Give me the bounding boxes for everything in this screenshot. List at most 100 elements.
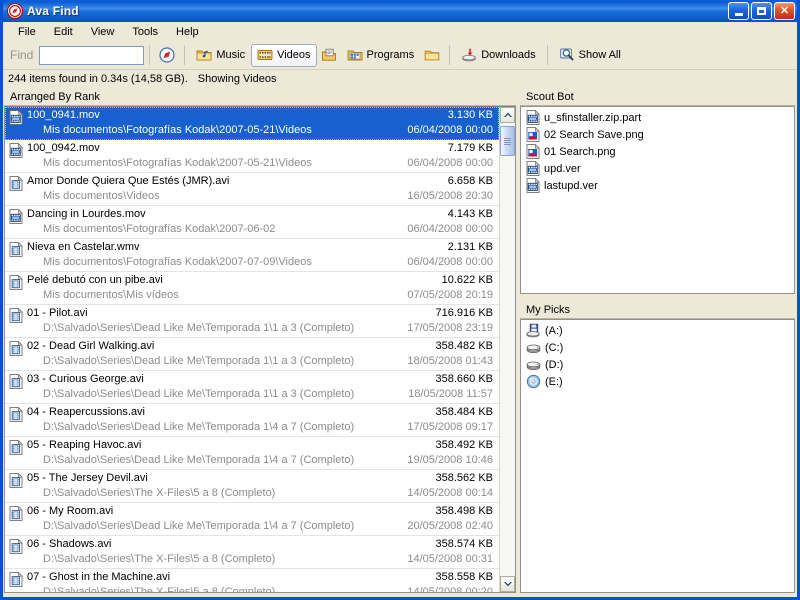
file-path: D:\Salvado\Series\The X-Files\5 a 8 (Com…: [27, 553, 407, 565]
file-size: 358.498 KB: [436, 505, 500, 517]
file-name: 03 - Curious George.avi: [27, 373, 436, 385]
my-picks-item[interactable]: (C:): [524, 339, 794, 356]
filter-downloads-button[interactable]: Downloads: [455, 44, 541, 67]
table-row[interactable]: 05 - Reaping Havoc.avi358.492 KBD:\Salva…: [5, 437, 499, 470]
list-item-label: upd.ver: [544, 163, 581, 175]
avi-file-icon: [9, 175, 27, 205]
list-item-label: 02 Search Save.png: [544, 129, 644, 141]
my-picks-item[interactable]: (E:): [524, 373, 794, 390]
scroll-track[interactable]: [500, 123, 515, 576]
my-picks-list[interactable]: (A:)(C:)(D:)(E:): [520, 319, 795, 593]
menu-bar: File Edit View Tools Help: [3, 22, 797, 41]
table-row[interactable]: Dancing in Lourdes.mov4.143 KBMis docume…: [5, 206, 499, 239]
menu-tools[interactable]: Tools: [123, 24, 167, 40]
menu-file[interactable]: File: [9, 24, 45, 40]
hard-drive-icon: [526, 340, 541, 355]
scout-bot-panel: Scout Bot u_sfinstaller.zip.part 02 Searc…: [520, 88, 795, 294]
file-date: 06/04/2008 00:00: [407, 157, 499, 169]
menu-help[interactable]: Help: [167, 24, 208, 40]
file-name: 02 - Dead Girl Walking.avi: [27, 340, 436, 352]
file-path: D:\Salvado\Series\Dead Like Me\Temporada…: [27, 454, 407, 466]
menu-edit[interactable]: Edit: [45, 24, 82, 40]
my-picks-item[interactable]: (A:): [524, 322, 794, 339]
filter-folders-button[interactable]: [420, 44, 444, 67]
file-date: 17/05/2008 23:19: [407, 322, 499, 334]
avi-file-icon: [9, 440, 23, 455]
table-row[interactable]: 100_0942.mov7.179 KBMis documentos\Fotog…: [5, 140, 499, 173]
avi-file-icon: [9, 308, 23, 323]
filter-music-button[interactable]: Music: [190, 44, 251, 67]
avi-file-icon: [9, 242, 23, 257]
minimize-button[interactable]: [728, 2, 749, 20]
table-row[interactable]: 06 - My Room.avi358.498 KBD:\Salvado\Ser…: [5, 503, 499, 536]
scout-bot-item[interactable]: lastupd.ver: [524, 177, 794, 194]
avi-file-icon: [9, 374, 23, 389]
magnifier-icon: [559, 47, 575, 63]
file-name: 07 - Ghost in the Machine.avi: [27, 571, 436, 583]
go-search-button[interactable]: [155, 44, 179, 67]
table-row[interactable]: 03 - Curious George.avi358.660 KB D:\Salv…: [5, 371, 499, 404]
png-image-icon: [526, 144, 540, 159]
avi-file-icon: [9, 473, 23, 488]
main-content: Arranged By Rank 100_0941.mov3.130 KBMis…: [3, 88, 797, 593]
table-row[interactable]: 05 - The Jersey Devil.avi358.562 KBD:\Sa…: [5, 470, 499, 503]
scroll-thumb[interactable]: [500, 126, 515, 156]
scout-bot-item[interactable]: 01 Search.png: [524, 143, 794, 160]
filter-videos-button[interactable]: Videos: [251, 44, 316, 67]
toolbar-button-label: Music: [216, 49, 245, 61]
filter-documents-button[interactable]: [317, 44, 341, 67]
scroll-up-button[interactable]: [500, 107, 515, 123]
avi-file-icon: [9, 571, 27, 592]
avi-file-icon: [9, 373, 27, 403]
search-input[interactable]: [39, 46, 144, 65]
table-row[interactable]: 04 - Reapercussions.avi358.484 KBD:\Salv…: [5, 404, 499, 437]
table-row[interactable]: Nieva en Castelar.wmv2.131 KBMis documen…: [5, 239, 499, 272]
my-picks-item[interactable]: (D:): [524, 356, 794, 373]
ava-find-window: Ava Find ✕ File Edit View Tools Help Fin…: [0, 0, 800, 600]
toolbar-button-label: Programs: [367, 49, 415, 61]
table-row[interactable]: Amor Donde Quiera Que Estés (JMR).avi6.6…: [5, 173, 499, 206]
results-listbox[interactable]: 100_0941.mov3.130 KBMis documentos\Fotog…: [4, 106, 516, 593]
scout-bot-item[interactable]: upd.ver: [524, 160, 794, 177]
arranged-by-label: Arranged By Rank: [10, 91, 100, 103]
table-row[interactable]: 02 - Dead Girl Walking.avi358.482 KBD:\S…: [5, 338, 499, 371]
cd-drive-icon: [526, 374, 541, 389]
file-path: D:\Salvado\Series\Dead Like Me\Temporada…: [27, 388, 408, 400]
generic-file-icon: [526, 110, 540, 125]
scout-bot-item[interactable]: u_sfinstaller.zip.part: [524, 109, 794, 126]
file-path: Mis documentos\Fotografías Kodak\2007-05…: [27, 157, 407, 169]
list-item-label: lastupd.ver: [544, 180, 598, 192]
file-name: 05 - Reaping Havoc.avi: [27, 439, 436, 451]
scout-bot-title: Scout Bot: [526, 91, 574, 103]
file-size: 7.179 KB: [448, 142, 499, 154]
scout-bot-item[interactable]: 02 Search Save.png: [524, 126, 794, 143]
file-size: 358.562 KB: [436, 472, 500, 484]
programs-folder-icon: [347, 47, 363, 63]
file-path: Mis documentos\Fotografías Kodak\2007-06…: [27, 223, 407, 235]
file-date: 18/05/2008 11:57: [408, 388, 499, 400]
avi-file-icon: [9, 506, 23, 521]
close-button[interactable]: ✕: [774, 2, 795, 20]
generic-file-icon: [526, 161, 540, 176]
mov-file-icon: [9, 209, 23, 224]
scout-bot-list[interactable]: u_sfinstaller.zip.part 02 Search Save.png…: [520, 106, 795, 294]
maximize-button[interactable]: [751, 2, 772, 20]
file-date: 17/05/2008 09:17: [407, 421, 499, 433]
table-row[interactable]: 07 - Ghost in the Machine.avi358.558 KBD…: [5, 569, 499, 592]
file-size: 358.660 KB: [436, 373, 500, 385]
filter-programs-button[interactable]: Programs: [341, 44, 421, 67]
file-date: 14/05/2008 00:14: [407, 487, 499, 499]
table-row[interactable]: 01 - Pilot.avi716.916 KBD:\Salvado\Serie…: [5, 305, 499, 338]
table-row[interactable]: Pelé debutó con un pibe.avi10.622 KBMis …: [5, 272, 499, 305]
compass-arrow-icon: [7, 3, 23, 19]
table-row[interactable]: 06 - Shadows.avi358.574 KBD:\Salvado\Ser…: [5, 536, 499, 569]
avi-file-icon: [9, 274, 27, 304]
show-all-button[interactable]: Show All: [553, 44, 627, 67]
avi-file-icon: [9, 572, 23, 587]
scroll-down-button[interactable]: [500, 576, 515, 592]
file-name: 100_0941.mov: [27, 109, 448, 121]
results-scrollbar[interactable]: [499, 107, 515, 592]
menu-view[interactable]: View: [82, 24, 124, 40]
file-size: 6.658 KB: [448, 175, 499, 187]
table-row[interactable]: 100_0941.mov3.130 KBMis documentos\Fotog…: [5, 107, 499, 140]
